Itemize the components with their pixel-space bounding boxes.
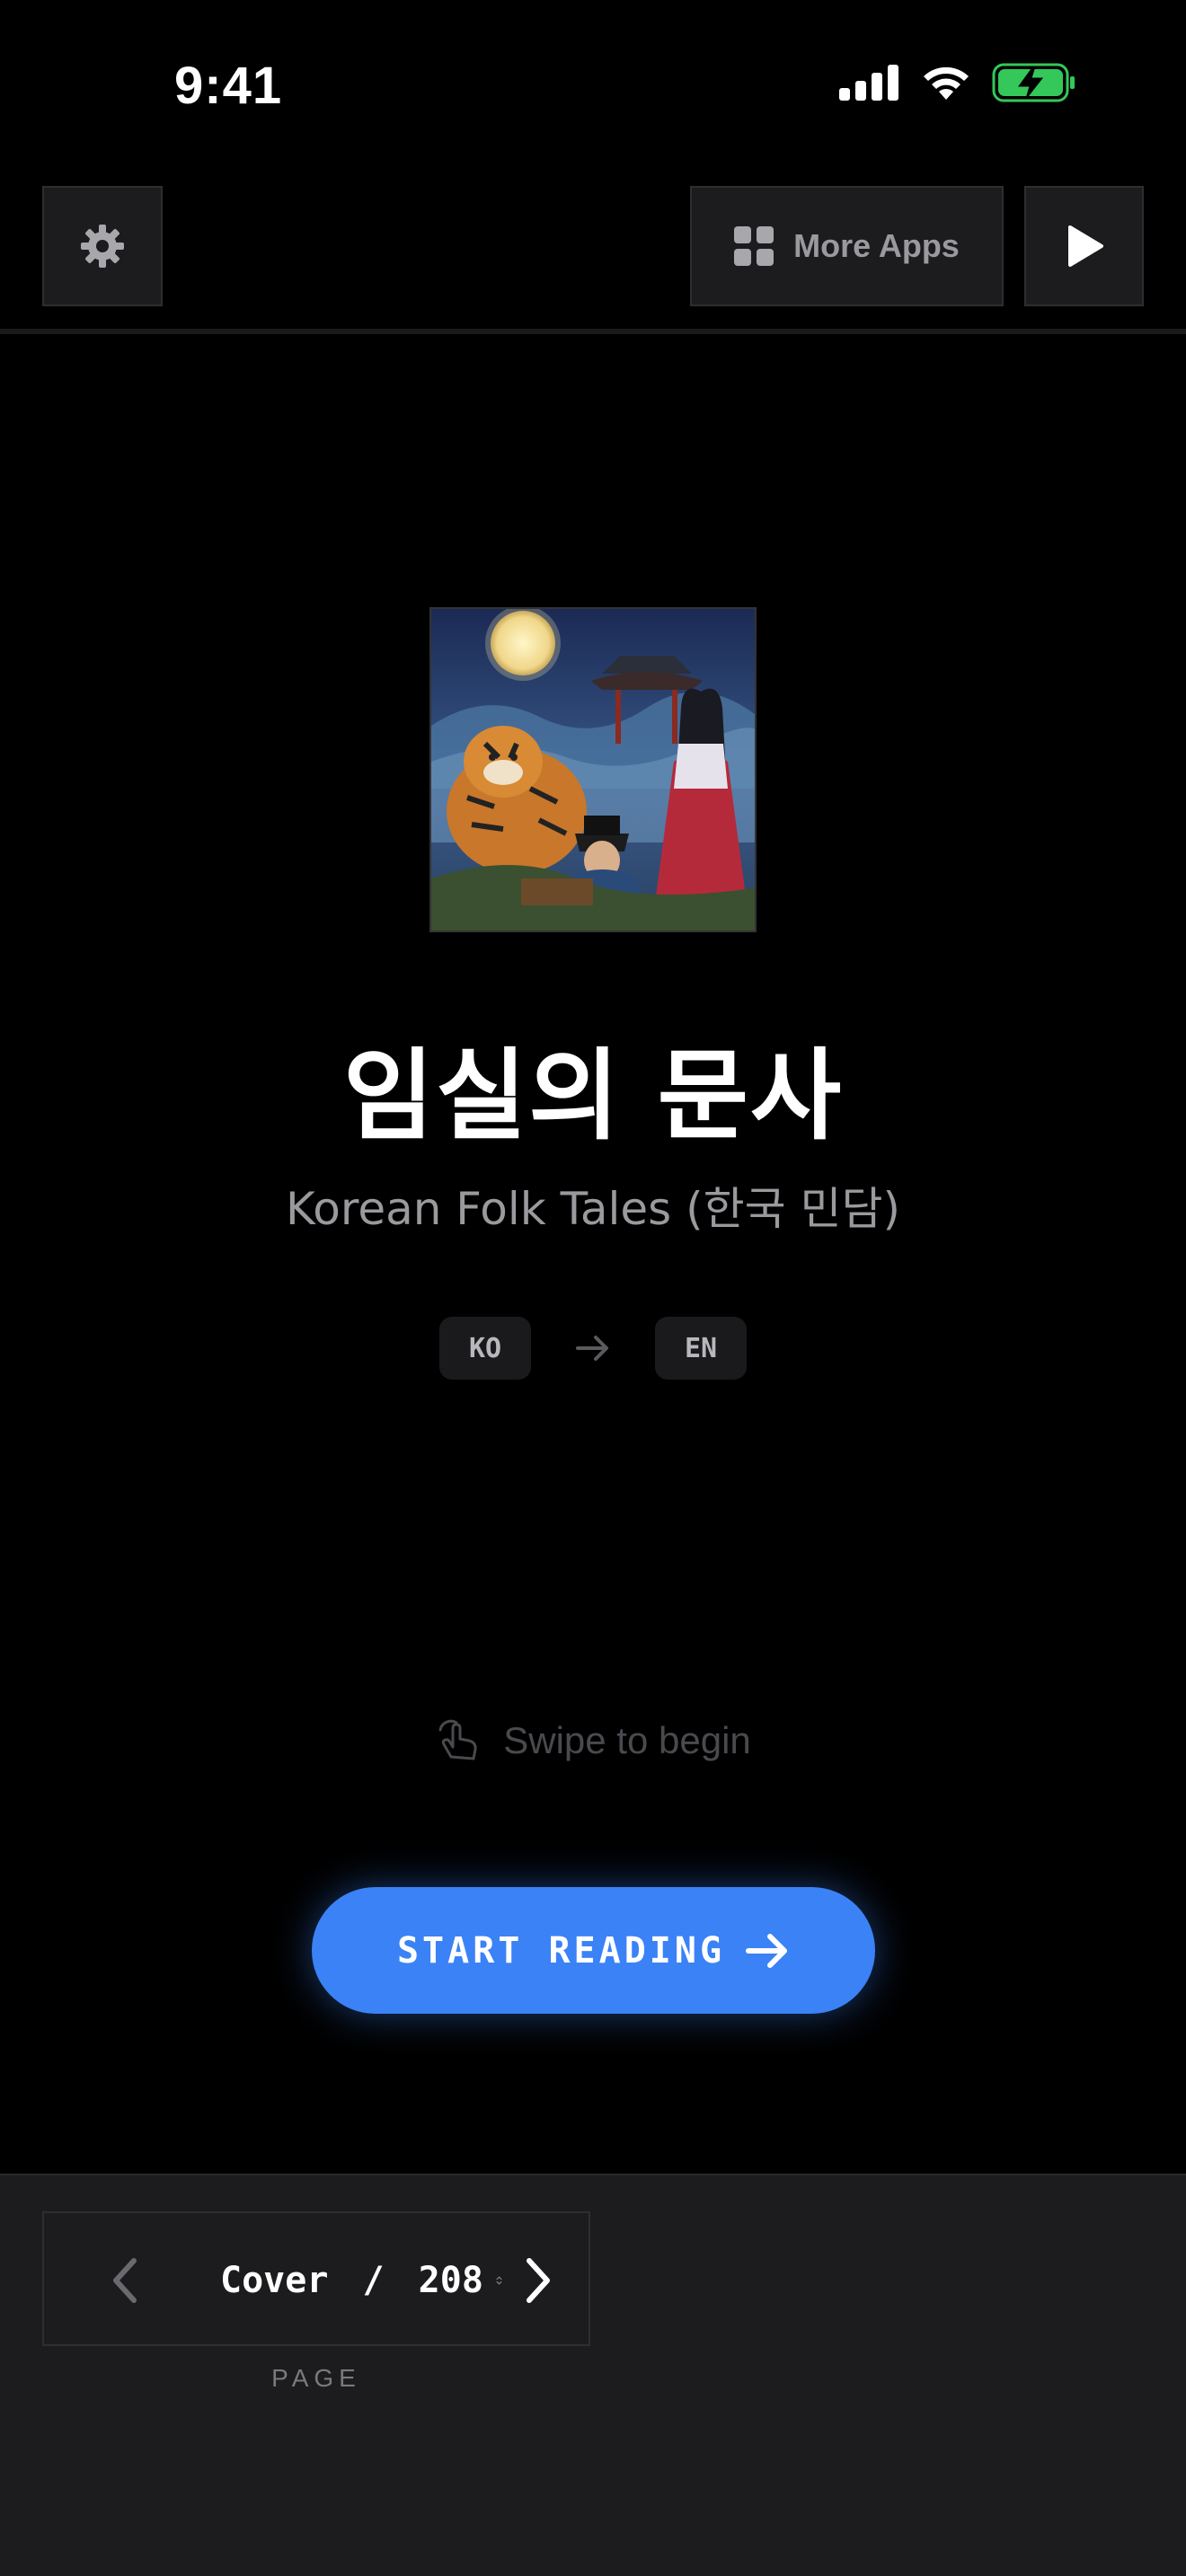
chevron-up-down-icon xyxy=(496,2276,502,2285)
more-apps-label: More Apps xyxy=(793,227,960,264)
page-selector[interactable]: Cover / 208 xyxy=(179,2245,502,2316)
gear-icon xyxy=(81,225,124,268)
previous-page-button[interactable] xyxy=(89,2245,161,2316)
total-pages: 208 xyxy=(418,2260,483,2301)
start-reading-label: START READING xyxy=(396,1929,726,1972)
next-page-button[interactable] xyxy=(502,2245,574,2316)
status-bar: 9:41 xyxy=(0,0,1186,171)
book-subtitle: Korean Folk Tales (한국 민담) xyxy=(285,1183,901,1235)
cellular-signal-icon xyxy=(839,65,898,101)
current-page: Cover xyxy=(220,2260,329,2301)
grid-icon xyxy=(734,226,774,266)
target-language-chip: EN xyxy=(655,1317,747,1380)
start-reading-button[interactable]: START READING xyxy=(312,1887,875,2014)
source-language-chip: KO xyxy=(439,1317,531,1380)
status-icons xyxy=(839,63,1076,102)
battery-charging-icon xyxy=(992,63,1075,102)
wifi-icon xyxy=(924,66,969,100)
status-time: 9:41 xyxy=(174,57,283,115)
toolbar-divider xyxy=(0,329,1186,334)
page-separator: / xyxy=(341,2260,406,2301)
page-navigator: Cover / 208 xyxy=(42,2211,590,2346)
top-toolbar: More Apps xyxy=(0,186,1186,310)
swipe-hint-label: Swipe to begin xyxy=(503,1719,751,1761)
settings-button[interactable] xyxy=(42,186,163,306)
book-cover-image xyxy=(429,607,757,932)
more-apps-button[interactable]: More Apps xyxy=(690,186,1004,306)
arrow-right-icon xyxy=(746,1933,788,1968)
page-caption: PAGE xyxy=(271,2364,361,2392)
swipe-hint: Swipe to begin xyxy=(0,1714,1186,1768)
chevron-right-icon xyxy=(527,2258,550,2303)
chevron-left-icon xyxy=(113,2258,137,2303)
book-title: 임실의 문사 xyxy=(342,1038,844,1153)
bottom-bar: Cover / 208 PAGE xyxy=(0,2174,1186,2576)
tap-hand-icon xyxy=(438,1719,477,1760)
play-button[interactable] xyxy=(1024,186,1144,306)
language-pair: KO EN xyxy=(0,1317,1186,1380)
arrow-right-icon xyxy=(576,1336,608,1361)
play-icon xyxy=(1067,225,1103,267)
cover-illustration xyxy=(431,609,755,931)
